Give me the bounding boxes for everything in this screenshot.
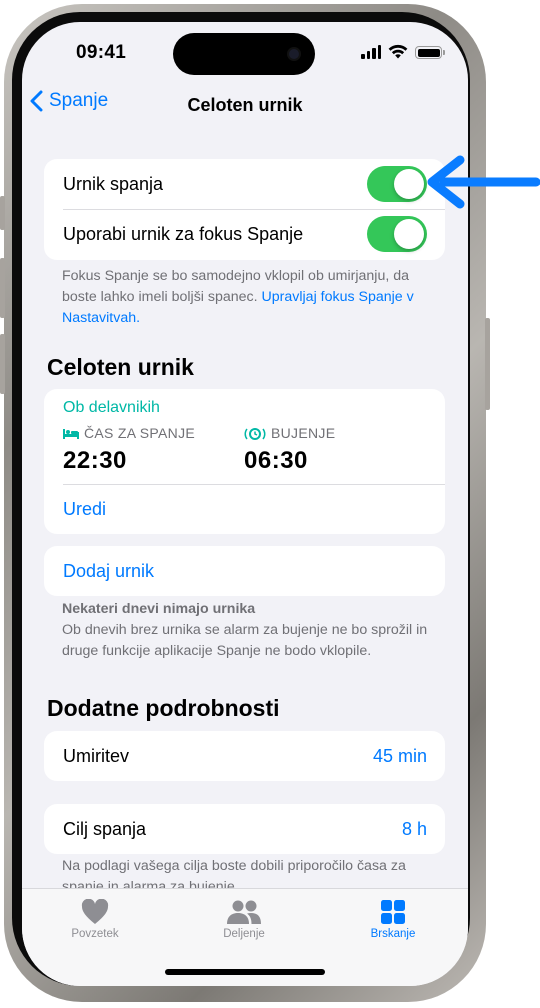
- sleep-goal-label: Cilj spanja: [63, 818, 147, 839]
- status-bar: 09:41: [22, 22, 468, 82]
- bedtime-column: ČAS ZA SPANJE 22:30: [63, 425, 195, 475]
- weekday-schedule-card[interactable]: Ob delavnikih ČAS ZA SPANJE 22:30 BUJENJ…: [44, 389, 445, 534]
- add-schedule-row[interactable]: Dodaj urnik: [44, 546, 445, 596]
- sleep-focus-toggle[interactable]: [367, 216, 427, 252]
- sleep-schedule-card: Urnik spanja Uporabi urnik za fokus Span…: [44, 159, 445, 260]
- wake-caption: BUJENJE: [244, 425, 335, 441]
- status-icons: [361, 44, 445, 59]
- schedule-days-label: Ob delavnikih: [63, 399, 160, 416]
- sleep-schedule-row: Urnik spanja: [44, 159, 445, 209]
- tab-browse[interactable]: Brskanje: [333, 899, 453, 940]
- sleep-goal-value[interactable]: 8 h: [402, 819, 427, 840]
- screen: 09:41 Spanje Celoten urnik Urnik spanja …: [22, 22, 468, 986]
- sleep-goal-card: Cilj spanja 8 h: [44, 804, 445, 854]
- alarm-clock-icon: [244, 427, 266, 440]
- page-title: Celoten urnik: [187, 95, 303, 115]
- status-time: 09:41: [76, 42, 127, 63]
- tab-sharing[interactable]: Deljenje: [184, 899, 304, 940]
- heart-icon: [81, 899, 109, 924]
- full-schedule-heading: Celoten urnik: [47, 354, 194, 380]
- home-indicator[interactable]: [165, 969, 325, 975]
- callout-arrow-icon: [427, 155, 540, 209]
- wake-caption-text: BUJENJE: [271, 425, 336, 441]
- tab-sharing-label: Deljenje: [223, 928, 265, 940]
- volume-down-button: [0, 334, 5, 394]
- wake-column: BUJENJE 06:30: [244, 425, 335, 475]
- wind-down-card: Umiritev 45 min: [44, 731, 445, 781]
- bed-icon: [63, 429, 79, 439]
- no-schedule-title: Nekateri dnevi nimajo urnika: [62, 601, 256, 617]
- add-schedule-card: Dodaj urnik: [44, 546, 445, 596]
- schedule-divider: [63, 484, 445, 485]
- sleep-focus-row: Uporabi urnik za fokus Spanje: [44, 209, 445, 259]
- wind-down-label: Umiritev: [63, 745, 129, 766]
- volume-up-button: [0, 258, 5, 318]
- no-schedule-text: Ob dnevih brez urnika se alarm za bujenj…: [62, 622, 428, 659]
- no-schedule-footnote: Nekateri dnevi nimajo urnika Ob dnevih b…: [62, 599, 437, 662]
- tab-summary[interactable]: Povzetek: [35, 899, 155, 940]
- add-schedule-button[interactable]: Dodaj urnik: [63, 561, 154, 582]
- dynamic-island: [173, 33, 315, 75]
- sleep-schedule-toggle[interactable]: [367, 166, 427, 202]
- wind-down-value[interactable]: 45 min: [373, 746, 427, 767]
- sleep-goal-row[interactable]: Cilj spanja 8 h: [44, 804, 445, 854]
- tab-summary-label: Povzetek: [71, 928, 119, 940]
- side-button: [485, 318, 490, 410]
- edit-schedule-button[interactable]: Uredi: [63, 499, 106, 520]
- navigation-bar: Spanje Celoten urnik: [22, 90, 468, 126]
- wind-down-row[interactable]: Umiritev 45 min: [44, 731, 445, 781]
- sleep-schedule-label: Urnik spanja: [63, 173, 164, 194]
- grid-icon: [381, 900, 405, 924]
- details-heading: Dodatne podrobnosti: [47, 695, 280, 721]
- people-icon: [227, 900, 261, 924]
- front-camera: [287, 47, 301, 61]
- bedtime-value: 22:30: [63, 447, 127, 474]
- wifi-icon: [388, 44, 408, 59]
- sleep-focus-label: Uporabi urnik za fokus Spanje: [63, 223, 304, 244]
- cellular-signal-icon: [361, 45, 381, 59]
- focus-footnote: Fokus Spanje se bo samodejno vklopil ob …: [62, 266, 437, 329]
- tab-browse-label: Brskanje: [370, 928, 416, 940]
- action-button: [0, 196, 5, 230]
- bedtime-caption: ČAS ZA SPANJE: [63, 425, 195, 441]
- bedtime-caption-text: ČAS ZA SPANJE: [84, 425, 196, 441]
- battery-icon: [415, 46, 445, 59]
- wake-value: 06:30: [244, 447, 308, 474]
